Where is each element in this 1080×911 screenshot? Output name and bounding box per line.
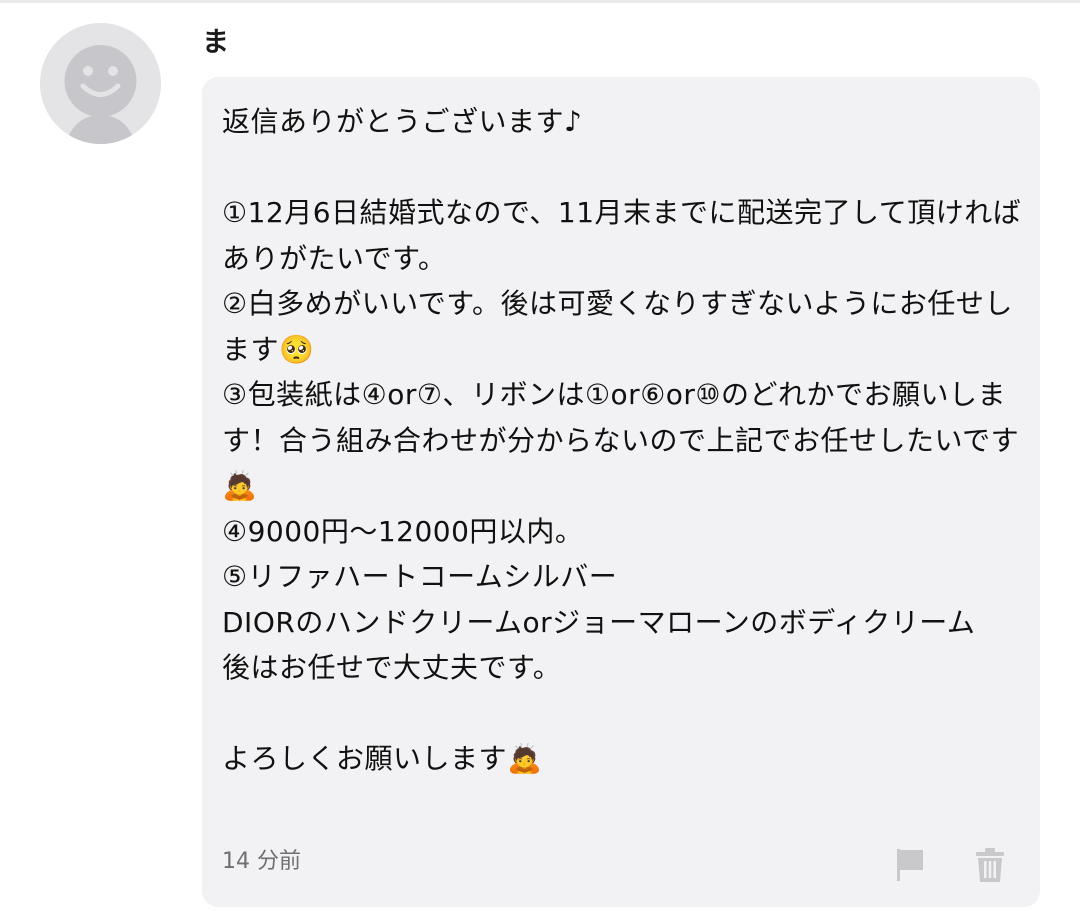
comment-message: 返信ありがとうございます♪ ①12月6日結婚式なので、11月末までに配送完了して…: [222, 105, 1022, 775]
trash-icon: [976, 848, 1004, 882]
user-avatar[interactable]: [40, 23, 161, 144]
comment-author[interactable]: ま: [202, 26, 229, 60]
comment-timestamp: 14 分前: [222, 849, 301, 874]
comment-bubble: 返信ありがとうございます♪ ①12月6日結婚式なので、11月末までに配送完了して…: [202, 77, 1040, 907]
default-user-avatar-icon: [40, 23, 161, 144]
flag-icon: [897, 849, 923, 881]
top-divider: [0, 0, 1080, 3]
report-button[interactable]: [895, 848, 925, 882]
delete-button[interactable]: [975, 847, 1005, 883]
